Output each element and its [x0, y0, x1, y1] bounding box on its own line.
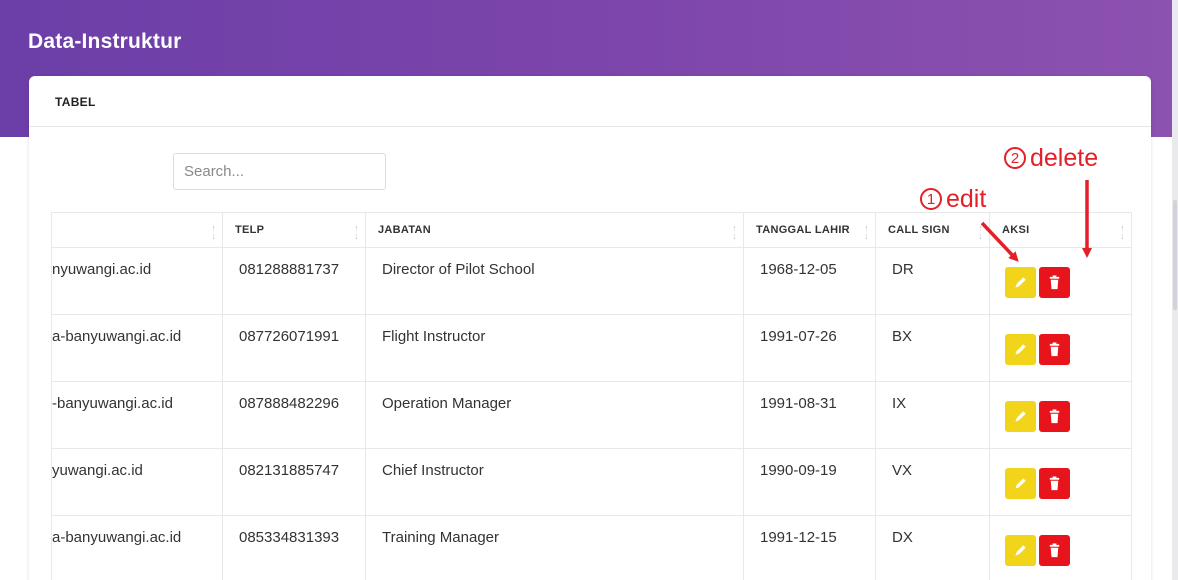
cell-jabatan: Director of Pilot School	[365, 247, 744, 315]
cell-telp: 082131885747	[222, 448, 366, 516]
sort-arrows-icon[interactable]: ↑ ↓	[864, 224, 869, 241]
edit-button[interactable]	[1005, 400, 1036, 432]
column-header-tanggal-lahir[interactable]: TANGGAL LAHIR ↑ ↓	[743, 212, 876, 248]
delete-button[interactable]	[1039, 333, 1070, 365]
cell-call-sign: VX	[875, 448, 990, 516]
cell-jabatan: Flight Instructor	[365, 314, 744, 382]
delete-button[interactable]	[1039, 467, 1070, 499]
sort-arrows-icon[interactable]: ↑ ↓	[211, 224, 216, 241]
sort-arrows-icon[interactable]: ↑ ↓	[732, 224, 737, 241]
column-header-jabatan[interactable]: JABATAN ↑ ↓	[365, 212, 744, 248]
annotation-label: edit	[946, 185, 987, 213]
cell-tanggal-lahir: 1991-08-31	[743, 381, 876, 449]
cell-telp: 081288881737	[222, 247, 366, 315]
data-table-wrapper: ↑ ↓ TELP ↑ ↓ JABATAN ↑ ↓ TANGGAL LAHIR ↑ ↓ CALL…	[51, 212, 1132, 580]
cell-email: nyuwangi.ac.id	[51, 247, 223, 315]
table-header-row: ↑ ↓ TELP ↑ ↓ JABATAN ↑ ↓ TANGGAL LAHIR ↑ ↓ CALL…	[51, 212, 1132, 248]
table-row: -banyuwangi.ac.id 087888482296 Operation M…	[51, 381, 1132, 449]
cell-tanggal-lahir: 1991-12-15	[743, 515, 876, 580]
cell-tanggal-lahir: 1991-07-26	[743, 314, 876, 382]
delete-annotation: 2 delete	[1004, 144, 1098, 173]
cell-email: a-banyuwangi.ac.id	[51, 515, 223, 580]
cell-aksi	[989, 381, 1132, 449]
cell-jabatan: Operation Manager	[365, 381, 744, 449]
cell-tanggal-lahir: 1990-09-19	[743, 448, 876, 516]
cell-aksi	[989, 314, 1132, 382]
table-row: nyuwangi.ac.id 081288881737 Director of Pi…	[51, 247, 1132, 315]
page-title: Data-Instruktur	[28, 30, 182, 53]
sort-arrows-icon[interactable]: ↑ ↓	[1120, 224, 1125, 241]
edit-annotation: 1 edit	[920, 185, 986, 214]
search-input[interactable]	[173, 153, 386, 190]
sort-arrows-icon[interactable]: ↑ ↓	[354, 224, 359, 241]
cell-call-sign: DR	[875, 247, 990, 315]
cell-jabatan: Chief Instructor	[365, 448, 744, 516]
table-row: yuwangi.ac.id 082131885747 Chief Instructo…	[51, 448, 1132, 516]
data-table: ↑ ↓ TELP ↑ ↓ JABATAN ↑ ↓ TANGGAL LAHIR ↑ ↓ CALL…	[51, 212, 1132, 580]
cell-aksi	[989, 515, 1132, 580]
cell-email: yuwangi.ac.id	[51, 448, 223, 516]
edit-button[interactable]	[1005, 333, 1036, 365]
column-header-aksi[interactable]: AKSI ↑ ↓	[989, 212, 1132, 248]
annotation-number: 2	[1004, 147, 1026, 169]
cell-telp: 085334831393	[222, 515, 366, 580]
cell-call-sign: IX	[875, 381, 990, 449]
edit-button[interactable]	[1005, 266, 1036, 298]
scrollbar[interactable]	[1172, 0, 1178, 580]
column-header-telp[interactable]: TELP ↑ ↓	[222, 212, 366, 248]
cell-email: a-banyuwangi.ac.id	[51, 314, 223, 382]
annotation-number: 1	[920, 188, 942, 210]
cell-telp: 087888482296	[222, 381, 366, 449]
cell-call-sign: BX	[875, 314, 990, 382]
cell-call-sign: DX	[875, 515, 990, 580]
cell-telp: 087726071991	[222, 314, 366, 382]
delete-button[interactable]	[1039, 400, 1070, 432]
column-header-email[interactable]: ↑ ↓	[51, 212, 223, 248]
delete-button[interactable]	[1039, 266, 1070, 298]
cell-aksi	[989, 448, 1132, 516]
cell-jabatan: Training Manager	[365, 515, 744, 580]
card-header: TABEL	[29, 76, 1151, 127]
cell-email: -banyuwangi.ac.id	[51, 381, 223, 449]
annotation-label: delete	[1030, 144, 1099, 172]
sort-arrows-icon[interactable]: ↑ ↓	[978, 224, 983, 241]
table-row: a-banyuwangi.ac.id 085334831393 Training M…	[51, 515, 1132, 580]
table-row: a-banyuwangi.ac.id 087726071991 Flight Ins…	[51, 314, 1132, 382]
cell-aksi	[989, 247, 1132, 315]
table-card: TABEL ↑↓ TELP↑↓ JABATAN↑↓ TANGGAL LAHIR↑…	[29, 76, 1151, 580]
column-header-call-sign[interactable]: CALL SIGN ↑ ↓	[875, 212, 990, 248]
edit-button[interactable]	[1005, 534, 1036, 566]
edit-button[interactable]	[1005, 467, 1036, 499]
delete-button[interactable]	[1039, 534, 1070, 566]
scrollbar-thumb[interactable]	[1173, 200, 1177, 310]
cell-tanggal-lahir: 1968-12-05	[743, 247, 876, 315]
